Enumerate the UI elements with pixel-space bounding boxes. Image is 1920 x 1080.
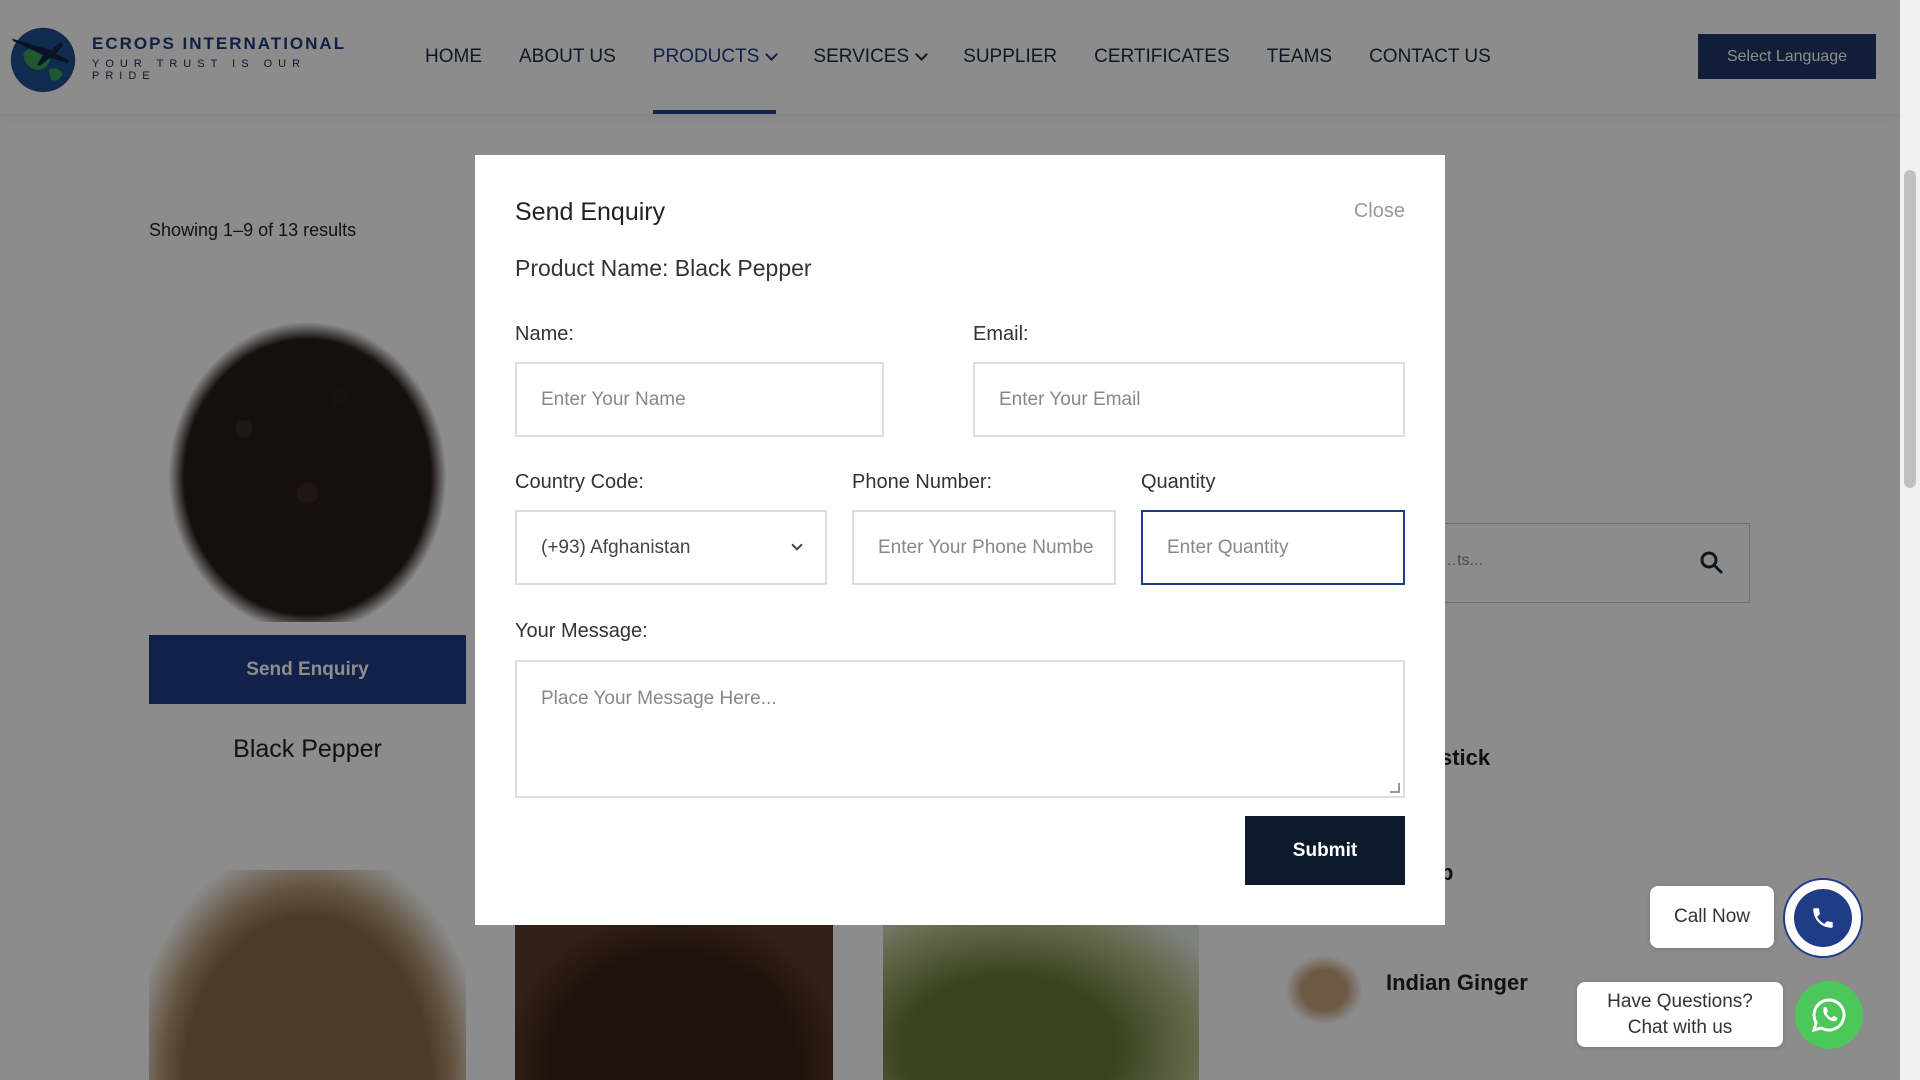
chat-prompt[interactable]: Have Questions? Chat with us: [1577, 982, 1783, 1047]
call-now-button[interactable]: [1783, 878, 1863, 958]
call-now-label[interactable]: Call Now: [1650, 886, 1774, 948]
name-input[interactable]: Enter Your Name: [515, 362, 884, 437]
submit-button[interactable]: Submit: [1245, 816, 1405, 885]
chat-line-2: Chat with us: [1627, 1017, 1733, 1038]
name-label: Name:: [515, 323, 574, 345]
modal-title: Send Enquiry: [515, 198, 666, 226]
message-textarea[interactable]: Place Your Message Here...: [515, 660, 1405, 798]
resize-handle-icon[interactable]: [1390, 783, 1400, 793]
phone-icon: [1813, 908, 1833, 928]
country-code-value: (+93) Afghanistan: [541, 536, 691, 558]
phone-input[interactable]: Enter Your Phone Numbe: [852, 510, 1116, 585]
country-code-select[interactable]: (+93) Afghanistan: [515, 510, 827, 585]
scrollbar-thumb[interactable]: [1904, 170, 1916, 488]
close-button[interactable]: Close: [1354, 200, 1405, 223]
email-input[interactable]: Enter Your Email: [973, 362, 1405, 437]
message-placeholder: Place Your Message Here...: [541, 688, 777, 709]
chat-line-1: Have Questions?: [1607, 991, 1753, 1012]
country-code-label: Country Code:: [515, 471, 644, 493]
message-label: Your Message:: [515, 620, 648, 642]
quantity-label: Quantity: [1141, 471, 1216, 493]
send-enquiry-modal: Send Enquiry Close Product Name: Black P…: [475, 155, 1445, 925]
chevron-down-icon: [791, 539, 803, 551]
modal-product-name: Product Name: Black Pepper: [515, 255, 812, 281]
whatsapp-icon: [1811, 998, 1846, 1033]
phone-label: Phone Number:: [852, 471, 993, 493]
whatsapp-button[interactable]: [1795, 981, 1863, 1049]
email-label: Email:: [973, 323, 1029, 345]
page-scrollbar[interactable]: [1900, 0, 1920, 1080]
quantity-input[interactable]: Enter Quantity: [1141, 510, 1405, 585]
